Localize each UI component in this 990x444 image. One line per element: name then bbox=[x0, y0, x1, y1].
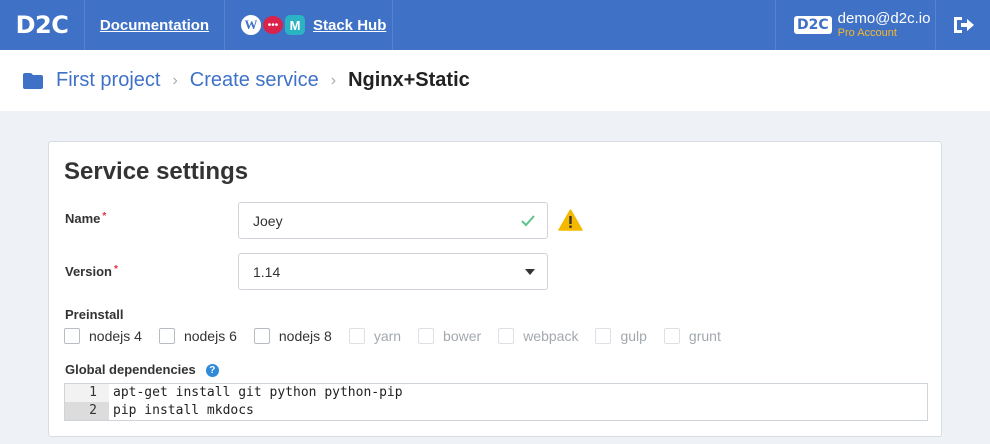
checkbox-box[interactable] bbox=[253, 328, 270, 344]
m-logo-icon: M bbox=[285, 15, 305, 35]
checkbox-box bbox=[663, 328, 680, 344]
checkbox-box bbox=[418, 328, 435, 344]
warning-icon bbox=[558, 209, 583, 231]
checkbox-nodejs-8[interactable]: nodejs 8 bbox=[253, 328, 332, 344]
stack-hub-link[interactable]: Stack Hub bbox=[313, 17, 386, 34]
checkbox-label: yarn bbox=[373, 328, 402, 344]
global-dependencies-text: Global dependencies bbox=[65, 362, 196, 377]
breadcrumb-first-project[interactable]: First project bbox=[56, 69, 160, 92]
editor-line-active[interactable]: 2 pip install mkdocs bbox=[65, 402, 927, 420]
editor-line[interactable]: 1 apt-get install git python python-pip bbox=[65, 384, 927, 402]
checkbox-label: nodejs 6 bbox=[183, 328, 237, 344]
account-email: demo@d2c.io bbox=[837, 10, 931, 28]
global-dependencies-label: Global dependencies? bbox=[65, 362, 219, 378]
nav-stack-hub[interactable]: W ••• M Stack Hub bbox=[225, 0, 393, 50]
account-avatar: D2C bbox=[794, 16, 832, 34]
folder-icon bbox=[23, 72, 43, 89]
checkbox-box[interactable] bbox=[64, 328, 80, 344]
account-info: demo@d2c.io Pro Account bbox=[838, 10, 931, 40]
account-menu[interactable]: D2C demo@d2c.io Pro Account bbox=[775, 0, 935, 50]
logout-icon bbox=[954, 17, 974, 33]
checkbox-bower: bower bbox=[418, 328, 481, 344]
checkbox-grunt: grunt bbox=[663, 328, 721, 344]
code-line[interactable]: pip install mkdocs bbox=[109, 402, 254, 420]
breadcrumb-current: Nginx+Static bbox=[348, 69, 470, 91]
checkbox-box bbox=[595, 328, 612, 344]
checkbox-nodejs-4[interactable]: nodejs 4 bbox=[64, 328, 142, 344]
line-number: 1 bbox=[65, 384, 109, 402]
checkbox-nodejs-6[interactable]: nodejs 6 bbox=[158, 328, 237, 344]
caret-down-icon bbox=[525, 268, 535, 275]
checkbox-label: gulp bbox=[620, 328, 647, 344]
checkbox-label: nodejs 4 bbox=[89, 328, 142, 344]
account-plan: Pro Account bbox=[837, 27, 897, 40]
version-label: Version * bbox=[65, 264, 118, 279]
preinstall-options: nodejs 4 nodejs 6 nodejs 8 yarn bower we… bbox=[64, 328, 738, 344]
version-select[interactable]: 1.14 bbox=[238, 253, 548, 290]
checkbox-gulp: gulp bbox=[595, 328, 647, 344]
code-line[interactable]: apt-get install git python python-pip bbox=[109, 384, 403, 402]
breadcrumb: First project › Create service › Nginx+S… bbox=[0, 50, 990, 111]
checkbox-webpack: webpack bbox=[498, 328, 578, 344]
name-input-value[interactable]: Joey bbox=[253, 213, 283, 229]
checkbox-label: grunt bbox=[688, 328, 721, 344]
breadcrumb-create-service[interactable]: Create service bbox=[190, 69, 319, 92]
checkbox-label: webpack bbox=[523, 328, 579, 344]
name-label: Name * bbox=[65, 211, 106, 226]
logo-text[interactable]: D2C bbox=[16, 11, 69, 39]
version-label-text: Version bbox=[65, 264, 112, 279]
d2c-logo[interactable]: D2C bbox=[0, 0, 85, 50]
required-mark: * bbox=[113, 264, 118, 275]
checkbox-yarn: yarn bbox=[348, 328, 402, 344]
name-input[interactable]: Joey bbox=[238, 202, 548, 239]
code-editor[interactable]: 1 apt-get install git python python-pip … bbox=[64, 383, 928, 421]
service-settings-card: Service settings Name * Joey Version * 1.1… bbox=[48, 141, 942, 437]
documentation-link[interactable]: Documentation bbox=[100, 17, 209, 34]
chat-bubble-icon: ••• bbox=[263, 16, 283, 34]
checkbox-box bbox=[498, 328, 515, 344]
card-title: Service settings bbox=[64, 158, 249, 185]
checkbox-box bbox=[348, 328, 365, 344]
required-mark: * bbox=[102, 211, 107, 222]
chevron-right-icon: › bbox=[330, 71, 337, 89]
preinstall-label: Preinstall bbox=[65, 307, 124, 322]
checkbox-box[interactable] bbox=[158, 328, 175, 344]
checkbox-label: bower bbox=[443, 328, 482, 344]
help-icon[interactable]: ? bbox=[205, 364, 219, 378]
version-select-value[interactable]: 1.14 bbox=[253, 264, 280, 280]
wordpress-icon: W bbox=[241, 15, 261, 35]
line-number: 2 bbox=[65, 402, 109, 420]
name-label-text: Name bbox=[65, 211, 101, 226]
nav-documentation[interactable]: Documentation bbox=[85, 0, 225, 50]
top-navbar: D2C Documentation W ••• M Stack Hub D2C … bbox=[0, 0, 990, 50]
check-icon bbox=[521, 214, 535, 226]
stack-icons: W ••• M bbox=[241, 15, 305, 35]
logout-button[interactable] bbox=[935, 0, 990, 50]
checkbox-label: nodejs 8 bbox=[278, 328, 332, 344]
chevron-right-icon: › bbox=[172, 71, 178, 89]
